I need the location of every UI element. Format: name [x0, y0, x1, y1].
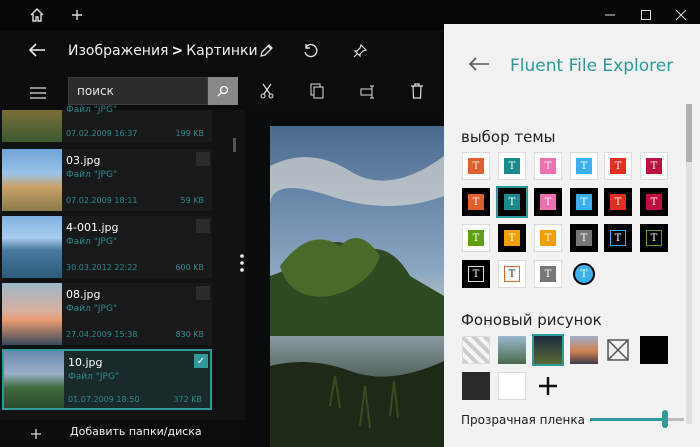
file-name: 10.jpg	[68, 356, 103, 369]
list-scrollbar[interactable]	[233, 138, 236, 152]
theme-swatch[interactable]: T	[462, 188, 490, 216]
file-date: 07.02.2009 16:37	[66, 129, 138, 138]
theme-swatch[interactable]: T	[462, 152, 490, 180]
trash-icon[interactable]	[410, 83, 424, 103]
list-item[interactable]: 03.jpg Файл "JPG" 07.02.2009 18:11 59 KB	[2, 149, 212, 211]
file-date: 30.03.2012 22:22	[66, 263, 138, 272]
transparency-slider-thumb[interactable]	[662, 410, 669, 428]
theme-swatch[interactable]: T	[570, 188, 598, 216]
theme-swatch[interactable]: T	[498, 224, 526, 252]
search-input[interactable]: поиск	[68, 77, 208, 105]
more-options-icon[interactable]	[240, 254, 244, 272]
theme-swatch[interactable]: T	[604, 224, 632, 252]
theme-swatch[interactable]: T	[534, 152, 562, 180]
theme-swatch[interactable]: T	[498, 152, 526, 180]
new-tab-plus-icon[interactable]	[54, 0, 100, 30]
search-icon[interactable]	[208, 77, 238, 105]
theme-swatch[interactable]: T	[462, 260, 490, 288]
select-checkbox[interactable]	[196, 152, 210, 166]
file-thumbnail	[2, 110, 62, 142]
file-thumbnail	[2, 149, 62, 211]
file-thumbnail	[2, 216, 62, 278]
background-tile[interactable]	[462, 372, 490, 400]
file-date: 01.07.2009 18:50	[68, 395, 140, 404]
list-item-selected[interactable]: 10.jpg Файл "JPG" 01.07.2009 18:50 372 K…	[2, 349, 212, 410]
add-drive-label[interactable]: Добавить папки/диска	[70, 425, 202, 438]
breadcrumb-root[interactable]: Изображения	[68, 43, 168, 59]
theme-swatch[interactable]: T	[570, 260, 598, 288]
file-size: 59 KB	[180, 196, 204, 205]
theme-heading: выбор темы	[461, 128, 556, 146]
checkmark-icon[interactable]: ✓	[194, 354, 208, 368]
breadcrumb: Изображения > Картинки	[68, 43, 258, 59]
theme-swatch[interactable]: T	[534, 224, 562, 252]
file-type: Файл "JPG"	[68, 372, 120, 382]
rename-icon[interactable]	[360, 84, 376, 103]
scissors-icon[interactable]	[260, 83, 274, 103]
theme-swatch[interactable]: T	[498, 260, 526, 288]
file-date: 07.02.2009 18:11	[66, 196, 138, 205]
theme-swatch[interactable]: T	[462, 224, 490, 252]
file-thumbnail	[4, 351, 64, 408]
list-item[interactable]: 08.jpg Файл "JPG" 27.04.2009 15:38 830 K…	[2, 283, 212, 345]
copy-icon[interactable]	[310, 83, 324, 103]
add-background-plus-icon[interactable]	[534, 372, 562, 400]
theme-swatch[interactable]: T	[604, 152, 632, 180]
file-name: 4-001.jpg	[66, 221, 119, 234]
background-tile[interactable]	[640, 336, 668, 364]
file-size: 199 KB	[175, 129, 204, 138]
theme-swatch[interactable]: T	[640, 152, 668, 180]
list-item[interactable]: 4-001.jpg Файл "JPG" 30.03.2012 22:22 60…	[2, 216, 212, 278]
theme-swatch[interactable]: T	[640, 188, 668, 216]
background-tile[interactable]	[570, 336, 598, 364]
file-name: 08.jpg	[66, 288, 101, 301]
list-item[interactable]: Файл "JPG" 07.02.2009 16:37 199 KB	[2, 105, 212, 142]
background-tile[interactable]	[498, 336, 526, 364]
background-tile[interactable]	[498, 372, 526, 400]
background-tile[interactable]	[462, 336, 490, 364]
refresh-icon[interactable]	[302, 43, 318, 63]
breadcrumb-current[interactable]: Картинки	[186, 43, 257, 59]
file-size: 372 KB	[173, 395, 202, 404]
file-size: 600 KB	[175, 263, 204, 272]
file-size: 830 KB	[175, 330, 204, 339]
file-type: Файл "JPG"	[66, 304, 118, 314]
panel-title: Fluent File Explorer	[510, 56, 674, 76]
theme-swatch[interactable]: T	[534, 260, 562, 288]
select-checkbox[interactable]	[196, 286, 210, 300]
file-name: 03.jpg	[66, 154, 101, 167]
theme-swatch-selected[interactable]: T	[496, 186, 528, 218]
panel-back-arrow-icon[interactable]	[468, 56, 490, 76]
no-background-icon[interactable]	[604, 336, 632, 364]
theme-swatch[interactable]: T	[570, 152, 598, 180]
background-heading: Фоновый рисунок	[461, 311, 602, 329]
back-arrow-icon[interactable]	[28, 42, 46, 62]
image-preview	[270, 126, 444, 447]
hamburger-icon[interactable]	[30, 84, 46, 103]
select-checkbox[interactable]	[196, 219, 210, 233]
file-type: Файл "JPG"	[66, 170, 118, 180]
pin-icon[interactable]	[352, 43, 368, 63]
background-tile-selected[interactable]	[532, 334, 564, 366]
theme-swatch[interactable]: T	[534, 188, 562, 216]
theme-swatch[interactable]: T	[640, 224, 668, 252]
theme-swatch[interactable]: T	[604, 188, 632, 216]
add-plus-icon[interactable]	[30, 425, 42, 444]
transparency-slider-fill	[590, 418, 666, 421]
theme-swatch[interactable]: T	[570, 224, 598, 252]
panel-scrollbar-thumb[interactable]	[686, 104, 692, 162]
breadcrumb-separator: >	[171, 43, 184, 59]
file-type: Файл "JPG"	[66, 237, 118, 247]
transparency-label: Прозрачная пленка	[461, 413, 586, 427]
file-type: Файл "JPG"	[66, 105, 118, 115]
pencil-icon[interactable]	[258, 43, 274, 63]
file-thumbnail	[2, 283, 62, 345]
file-date: 27.04.2009 15:38	[66, 330, 138, 339]
